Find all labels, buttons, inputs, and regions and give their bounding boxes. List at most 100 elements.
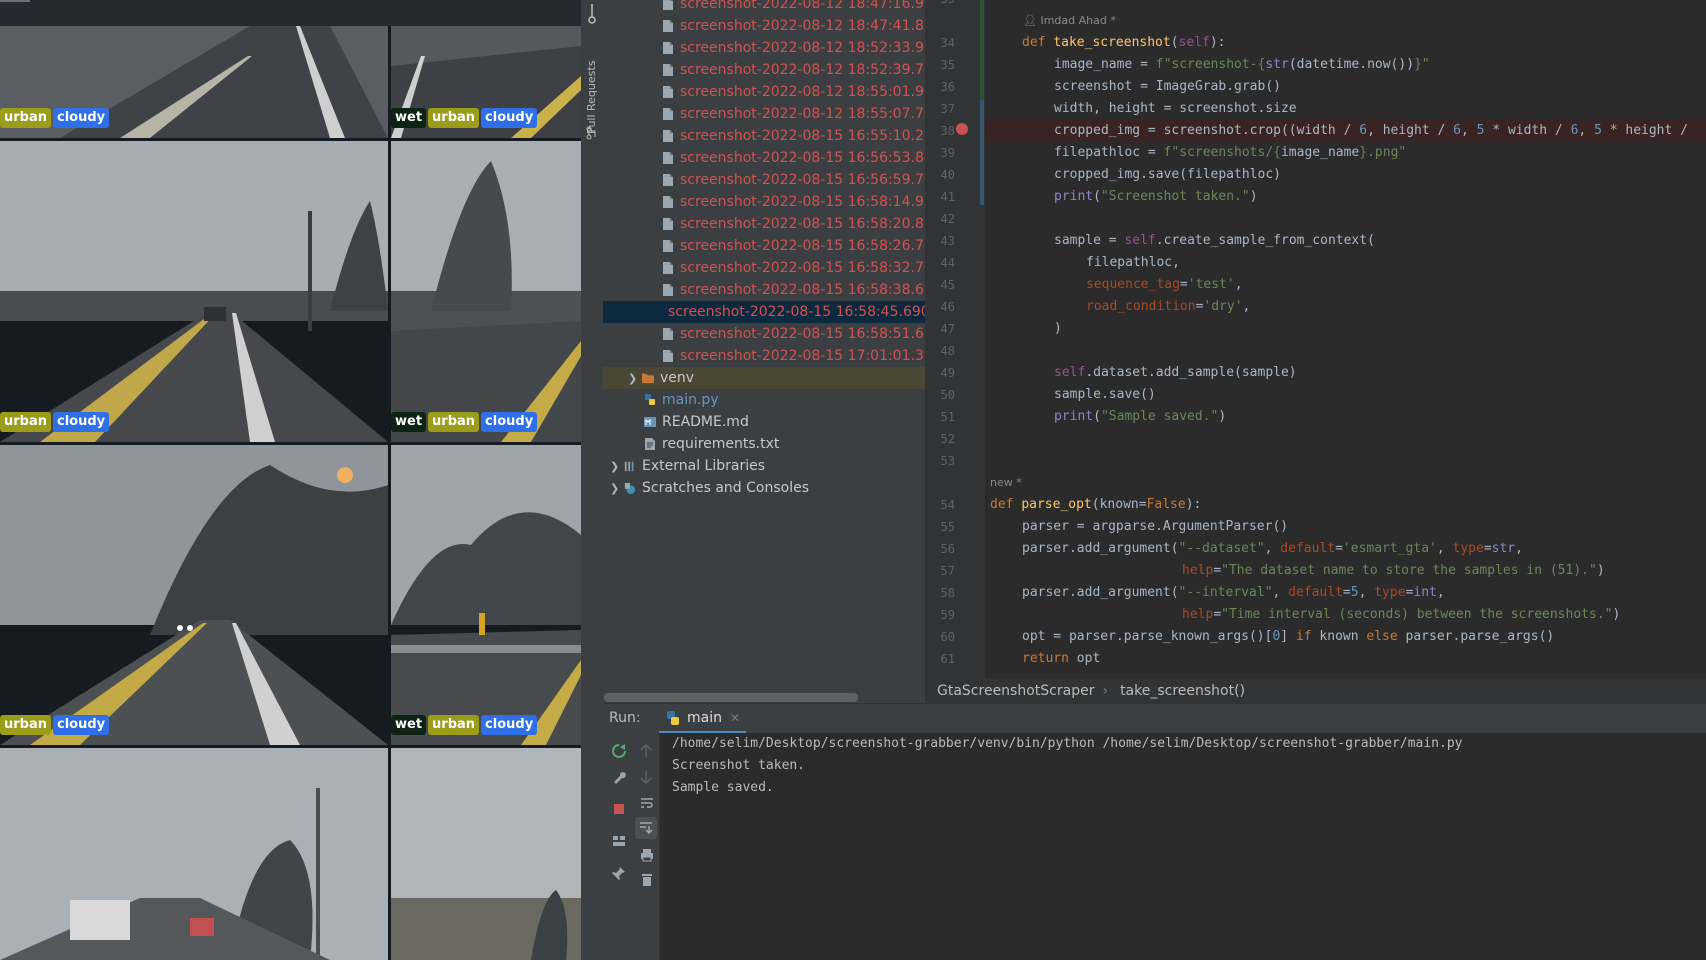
image-thumbnail[interactable] xyxy=(391,748,581,960)
library-icon xyxy=(624,461,634,472)
file-icon xyxy=(663,350,673,362)
tree-item-label: Scratches and Consoles xyxy=(642,480,809,496)
tree-item-screenshot-file[interactable]: screenshot-2022-08-12 18:55:07.7018 xyxy=(662,103,951,125)
chevron-right-icon[interactable]: ❯ xyxy=(628,372,642,385)
tree-item-screenshot-file[interactable]: screenshot-2022-08-12 18:52:39.7588 xyxy=(662,59,951,81)
tag-wet: wet xyxy=(391,715,427,735)
code-line: width, height = screenshot.size xyxy=(1054,101,1297,116)
image-thumbnail[interactable]: urban cloudy xyxy=(0,141,388,442)
arrow-down-icon[interactable] xyxy=(639,769,653,785)
tree-item-scratches[interactable]: ❯ Scratches and Consoles xyxy=(610,477,809,499)
scratches-icon xyxy=(624,482,636,494)
layout-icon[interactable] xyxy=(611,833,627,849)
markdown-icon xyxy=(644,417,656,427)
tree-item-screenshot-file[interactable]: screenshot-2022-08-15 16:56:53.8419 xyxy=(662,147,951,169)
code-line: sample = self.create_sample_from_context… xyxy=(1054,233,1375,248)
file-icon xyxy=(663,86,673,98)
tree-item-screenshot-file[interactable]: screenshot-2022-08-15 16:58:51.6234 xyxy=(662,323,951,345)
tag-cloudy: cloudy xyxy=(481,108,538,128)
tree-item-screenshot-file[interactable]: screenshot-2022-08-15 16:58:14.9572 xyxy=(662,191,951,213)
print-icon[interactable] xyxy=(639,847,655,863)
line-number: 59 xyxy=(940,608,955,622)
image-thumbnail[interactable]: urban cloudy xyxy=(0,445,388,745)
trash-icon[interactable] xyxy=(639,871,655,887)
file-icon xyxy=(663,218,673,230)
tree-item-requirements[interactable]: requirements.txt xyxy=(644,433,779,455)
soft-wrap-icon[interactable] xyxy=(639,795,655,811)
line-number: 48 xyxy=(940,344,955,358)
tree-item-screenshot-file[interactable]: screenshot-2022-08-15 17:01:01.3913 xyxy=(662,345,951,367)
pull-requests-tab[interactable]: Pull Requests xyxy=(585,61,598,134)
line-number: 55 xyxy=(940,520,955,534)
git-icon xyxy=(588,4,596,24)
chevron-right-icon[interactable]: ❯ xyxy=(610,482,624,495)
tree-item-screenshot-file[interactable]: screenshot-2022-08-15 16:58:20.8540 xyxy=(662,213,951,235)
run-toolbar xyxy=(603,733,660,960)
image-thumbnail[interactable]: urban cloudy xyxy=(0,26,388,138)
run-tab-main[interactable]: main ✕ xyxy=(659,704,747,734)
stop-icon[interactable] xyxy=(611,801,627,817)
python-icon xyxy=(667,710,679,725)
tree-item-screenshot-file[interactable]: screenshot-2022-08-12 18:47:16.9727 xyxy=(662,0,951,15)
image-thumbnail[interactable]: wet urban cloudy xyxy=(391,26,581,138)
tree-item-screenshot-file[interactable]: screenshot-2022-08-12 18:47:41.8626 xyxy=(662,15,951,37)
tree-item-screenshot-file[interactable]: screenshot-2022-08-15 16:58:32.7011 xyxy=(662,257,951,279)
image-thumbnail[interactable]: wet urban cloudy xyxy=(391,141,581,442)
tree-item-readme[interactable]: README.md xyxy=(644,411,749,433)
line-number: 41 xyxy=(940,190,955,204)
line-number: 39 xyxy=(940,146,955,160)
tree-item-main-py[interactable]: main.py xyxy=(644,389,719,411)
pin-icon[interactable] xyxy=(611,865,627,881)
tree-item-label: main.py xyxy=(662,392,719,408)
code-line: def parse_opt(known=False): xyxy=(990,497,1202,512)
scroll-to-end-icon xyxy=(640,822,653,835)
tree-item-screenshot-file[interactable]: screenshot-2022-08-12 18:52:33.9748 xyxy=(662,37,951,59)
image-gallery: urban cloudy wet urban cloudy urban clou… xyxy=(0,0,581,960)
line-number: 35 xyxy=(940,58,955,72)
file-icon xyxy=(663,0,673,10)
folder-icon xyxy=(642,373,654,384)
tree-item-label: README.md xyxy=(662,414,749,430)
breakpoint-icon[interactable] xyxy=(955,122,969,136)
file-icon xyxy=(663,130,673,142)
breadcrumb-method[interactable]: take_screenshot() xyxy=(1120,683,1245,699)
breadcrumb-class[interactable]: GtaScreenshotScraper xyxy=(937,683,1094,699)
tree-item-screenshot-file[interactable]: screenshot-2022-08-12 18:55:01.9216 xyxy=(662,81,951,103)
rerun-icon[interactable] xyxy=(611,743,627,759)
code-line: filepathloc = f"screenshots/{image_name}… xyxy=(1054,145,1407,160)
line-number: 37 xyxy=(940,102,955,116)
tree-item-label: screenshot-2022-08-12 18:47:41.8626 xyxy=(680,18,951,34)
horizontal-scrollbar[interactable] xyxy=(604,693,858,702)
tree-item-screenshot-file[interactable]: screenshot-2022-08-15 16:58:26.7291 xyxy=(662,235,951,257)
file-icon xyxy=(663,64,673,76)
code-line: help="Time interval (seconds) between th… xyxy=(1182,607,1621,622)
chevron-right-icon[interactable]: ❯ xyxy=(610,460,624,473)
tree-item-label: External Libraries xyxy=(642,458,765,474)
image-thumbnail[interactable] xyxy=(0,748,388,960)
close-icon[interactable]: ✕ xyxy=(730,711,740,725)
tree-item-external-libraries[interactable]: ❯ External Libraries xyxy=(610,455,765,477)
tree-item-screenshot-file[interactable]: screenshot-2022-08-15 16:58:38.6891 xyxy=(662,279,951,301)
python-file-icon xyxy=(645,394,655,405)
tree-item-screenshot-file[interactable]: screenshot-2022-08-15 16:56:59.7680 xyxy=(662,169,951,191)
wrench-icon[interactable] xyxy=(611,769,627,785)
code-line: parser.add_argument("--dataset", default… xyxy=(1022,541,1523,556)
arrow-up-icon[interactable] xyxy=(639,743,653,759)
file-icon xyxy=(663,20,673,32)
code-line: image_name = f"screenshot-{str(datetime.… xyxy=(1054,57,1430,72)
console-output[interactable] xyxy=(660,733,1706,960)
line-number: 42 xyxy=(940,212,955,226)
tag-list: wet urban cloudy xyxy=(391,108,538,128)
file-icon xyxy=(663,108,673,120)
tree-item-venv[interactable]: ❯ venv xyxy=(603,367,925,389)
tree-item-label: requirements.txt xyxy=(662,436,780,452)
author-hint: new * xyxy=(990,476,1022,489)
breadcrumb: GtaScreenshotScraper › take_screenshot() xyxy=(925,678,1706,703)
tree-item-screenshot-file[interactable]: screenshot-2022-08-15 16:58:45.6900 xyxy=(603,301,939,323)
file-icon xyxy=(663,152,673,164)
image-thumbnail[interactable]: wet urban cloudy xyxy=(391,445,581,745)
gallery-top-bar xyxy=(0,0,581,26)
line-number: 57 xyxy=(940,564,955,578)
tree-item-screenshot-file[interactable]: screenshot-2022-08-15 16:55:10.2133 xyxy=(662,125,951,147)
scroll-to-end-button[interactable] xyxy=(635,817,657,839)
